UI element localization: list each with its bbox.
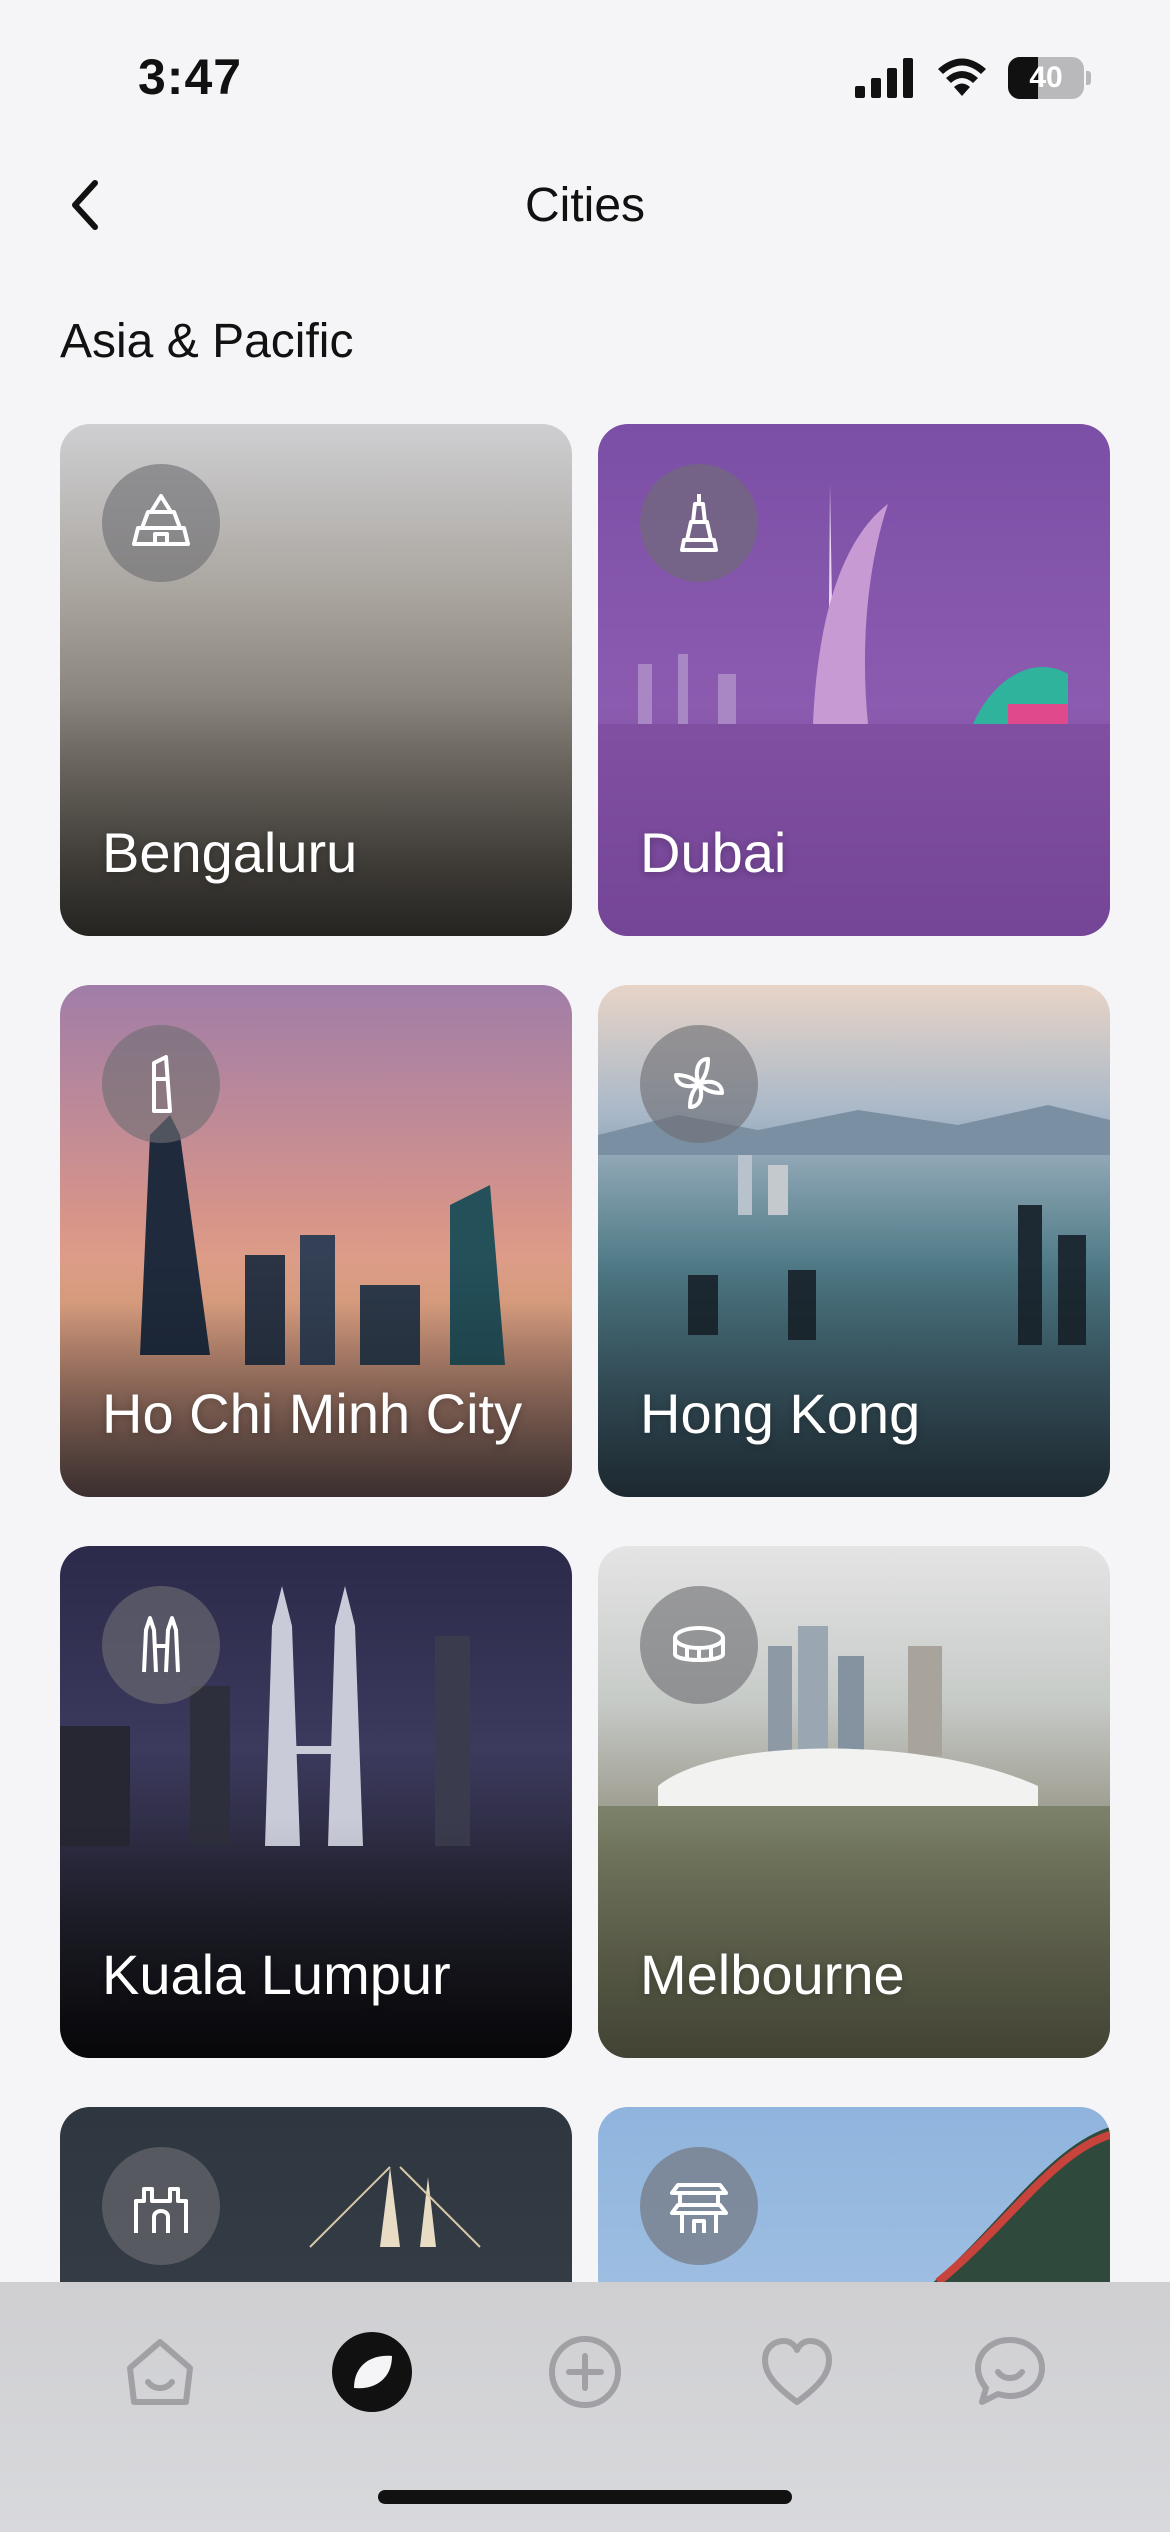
city-name: Ho Chi Minh City: [102, 1382, 523, 1445]
home-indicator: [378, 2490, 792, 2504]
tab-add[interactable]: [535, 2322, 635, 2422]
stadium-icon: [640, 1586, 758, 1704]
city-name: Kuala Lumpur: [102, 1943, 451, 2006]
gateway-icon: [102, 2147, 220, 2265]
section-title: Asia & Pacific: [60, 315, 354, 368]
battery-icon: 40: [1008, 57, 1091, 99]
wifi-icon: [938, 58, 986, 96]
tab-favorites[interactable]: [747, 2322, 847, 2422]
tower-icon: [102, 1025, 220, 1143]
status-bar: 3:47 40: [0, 0, 1170, 150]
city-card-ho-chi-minh-city[interactable]: Ho Chi Minh City: [60, 985, 572, 1497]
city-name: Melbourne: [640, 1943, 905, 2006]
battery-level: 40: [1029, 61, 1063, 94]
tab-home[interactable]: [110, 2322, 210, 2422]
city-name: Bengaluru: [102, 821, 358, 884]
chat-icon: [975, 2337, 1045, 2405]
city-name: Hong Kong: [640, 1382, 921, 1445]
city-name: Dubai: [640, 821, 787, 884]
compass-icon: [332, 2332, 412, 2412]
city-card-hong-kong[interactable]: Hong Kong: [598, 985, 1110, 1497]
city-card-bengaluru[interactable]: Bengaluru: [60, 424, 572, 936]
bauhinia-flower-icon: [640, 1025, 758, 1143]
tab-explore[interactable]: [322, 2322, 422, 2422]
city-card-melbourne[interactable]: Melbourne: [598, 1546, 1110, 2058]
heart-icon: [762, 2338, 832, 2405]
twin-towers-icon: [102, 1586, 220, 1704]
cities-screen: 3:47 40 Cities Asia & Pacific Bengaluru …: [0, 0, 1170, 2532]
cellular-signal-icon: [855, 58, 913, 98]
home-icon: [127, 2339, 193, 2405]
city-card-dubai[interactable]: Dubai: [598, 424, 1110, 936]
add-circle-icon: [549, 2336, 621, 2408]
city-card-kuala-lumpur[interactable]: Kuala Lumpur: [60, 1546, 572, 2058]
temple-icon: [102, 464, 220, 582]
page-title: Cities: [524, 179, 646, 232]
navigation-bar: Cities: [0, 160, 1170, 250]
status-time: 3:47: [138, 49, 243, 105]
burj-khalifa-icon: [640, 464, 758, 582]
tab-messages[interactable]: [960, 2322, 1060, 2422]
pagoda-icon: [640, 2147, 758, 2265]
